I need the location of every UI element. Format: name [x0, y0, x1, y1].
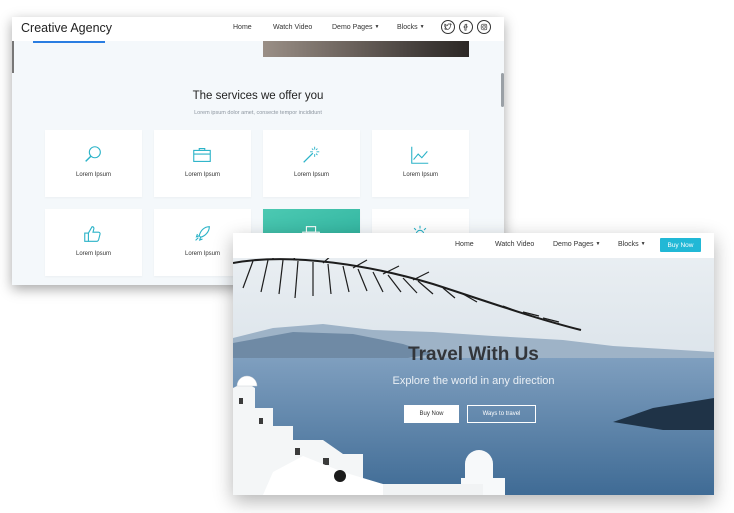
brand-underline — [33, 41, 105, 43]
nav-demo-pages[interactable]: Demo Pages ▼ — [553, 241, 600, 248]
service-card-label: Lorem Ipsum — [75, 172, 111, 178]
nav-demo-pages-label: Demo Pages — [553, 241, 594, 248]
twitter-icon[interactable] — [441, 20, 455, 34]
line-chart-icon — [411, 146, 429, 164]
services-title: The services we offer you — [192, 90, 324, 102]
service-card-label: Lorem Ipsum — [184, 172, 220, 178]
buy-now-button[interactable]: Buy Now — [404, 405, 459, 423]
caret-down-icon: ▼ — [419, 24, 425, 30]
caret-down-icon: ▼ — [374, 24, 380, 30]
brand-logo[interactable]: Creative Agency — [21, 21, 112, 35]
thumbs-up-icon — [84, 226, 101, 242]
service-card-chart[interactable]: Lorem Ipsum — [372, 130, 469, 197]
nav-blocks-label: Blocks — [397, 24, 418, 31]
service-card-thumbs[interactable]: Lorem Ipsum — [45, 209, 142, 276]
buy-now-nav-button[interactable]: Buy Now — [660, 238, 701, 252]
nav-home[interactable]: Home — [233, 24, 252, 31]
briefcase-icon — [193, 148, 211, 162]
service-card-label: Lorem Ipsum — [402, 172, 438, 178]
service-card-search[interactable]: Lorem Ipsum — [45, 130, 142, 197]
service-card-briefcase[interactable]: Lorem Ipsum — [154, 130, 251, 197]
travel-navbar: Home Watch Video Demo Pages ▼ Blocks ▼ Buy… — [233, 233, 714, 258]
nav-demo-pages[interactable]: Demo Pages ▼ — [332, 24, 379, 31]
hero-title: Travel With Us — [408, 344, 539, 365]
nav-watch-video[interactable]: Watch Video — [495, 241, 534, 248]
caret-down-icon: ▼ — [595, 241, 601, 247]
rocket-icon — [195, 226, 210, 241]
services-subtitle: Lorem ipsum dolor amet, consecte tempor … — [194, 110, 322, 116]
hero-image-strip — [263, 41, 469, 57]
nav-watch-video[interactable]: Watch Video — [273, 24, 312, 31]
nav-blocks-label: Blocks — [618, 241, 639, 248]
instagram-icon[interactable] — [477, 20, 491, 34]
facebook-icon[interactable] — [459, 20, 473, 34]
hero-subtitle: Explore the world in any direction — [392, 375, 555, 387]
service-card-magic[interactable]: Lorem Ipsum — [263, 130, 360, 197]
hero-section: Travel With Us Explore the world in any … — [233, 258, 714, 495]
window-edge — [12, 41, 14, 73]
magnifier-icon — [85, 146, 101, 162]
travel-window: Home Watch Video Demo Pages ▼ Blocks ▼ Buy… — [233, 233, 714, 495]
nav-blocks[interactable]: Blocks ▼ — [618, 241, 646, 248]
nav-blocks[interactable]: Blocks ▼ — [397, 24, 425, 31]
nav-home[interactable]: Home — [455, 241, 474, 248]
nav-demo-pages-label: Demo Pages — [332, 24, 373, 31]
service-card-label: Lorem Ipsum — [293, 172, 329, 178]
agency-navbar: Creative Agency Home Watch Video Demo Pa… — [12, 17, 504, 41]
magic-wand-icon — [303, 146, 320, 163]
service-card-label: Lorem Ipsum — [75, 251, 111, 257]
ways-to-travel-button[interactable]: Ways to travel — [467, 405, 536, 423]
caret-down-icon: ▼ — [640, 241, 646, 247]
